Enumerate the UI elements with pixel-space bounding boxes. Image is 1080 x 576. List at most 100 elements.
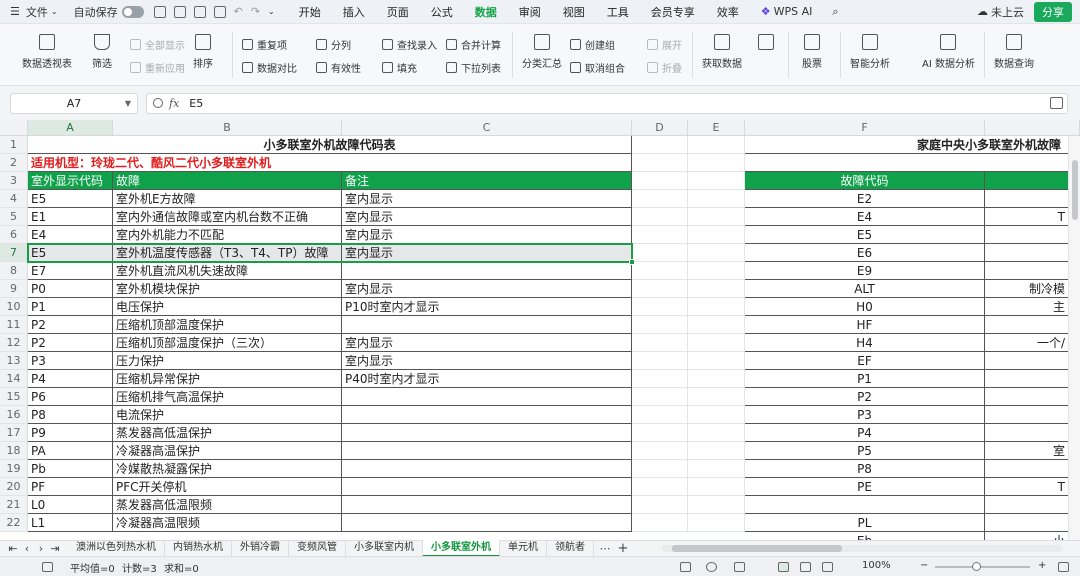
empty-cell[interactable] (688, 262, 745, 280)
fault-desc-cell[interactable] (985, 496, 1080, 514)
fault-code-cell[interactable]: PE (745, 478, 985, 496)
spreadsheet-grid[interactable]: A B C D E F 1 2 3 4 5 6 7 8 9 10 11 12 13 14 15 16 17 18 19 20 21 2… (0, 120, 1080, 540)
table-cell[interactable] (342, 262, 632, 280)
fault-desc-cell[interactable]: 一小 (985, 532, 1080, 540)
save-icon[interactable] (153, 5, 166, 18)
table-cell[interactable] (342, 388, 632, 406)
sheet-tab[interactable]: 小多联室外机 (423, 540, 500, 557)
empty-cell[interactable] (632, 244, 688, 262)
expand-button[interactable]: 展开 (647, 37, 682, 52)
name-box[interactable]: A7 ▼ (10, 93, 138, 114)
fault-code-cell[interactable]: P5 (745, 442, 985, 460)
tab-tools[interactable]: 工具 (607, 4, 629, 20)
fault-desc-cell[interactable] (985, 262, 1080, 280)
subtotal-button[interactable]: 分类汇总 (522, 34, 562, 70)
expand-formula-icon[interactable] (1050, 97, 1063, 109)
focus-mode-icon[interactable] (734, 562, 745, 572)
table2-header-cell[interactable]: 故障代码 (745, 172, 985, 190)
sheet-tab[interactable]: 小多联室内机 (346, 540, 423, 557)
sheet-tab[interactable]: 外销冷霸 (232, 540, 289, 557)
table-cell[interactable]: P9 (28, 424, 113, 442)
empty-cell[interactable] (632, 190, 688, 208)
hamburger-icon[interactable]: ☰ (10, 5, 20, 18)
empty-cell[interactable] (688, 154, 745, 172)
empty-cell[interactable] (745, 154, 1080, 172)
empty-cell[interactable] (632, 172, 688, 190)
fault-desc-cell[interactable] (985, 352, 1080, 370)
table-cell[interactable]: 室内显示 (342, 334, 632, 352)
table-cell[interactable]: PF (28, 478, 113, 496)
fault-desc-cell[interactable] (985, 316, 1080, 334)
empty-cell[interactable] (632, 352, 688, 370)
table2-title[interactable]: 家庭中央小多联室外机故障 (745, 136, 1080, 154)
autosave-toggle[interactable] (121, 5, 144, 18)
table-cell[interactable]: P1 (28, 298, 113, 316)
table-cell[interactable]: 冷凝器高温保护 (113, 442, 342, 460)
table-cell[interactable]: 蒸发器高低温限频 (113, 496, 342, 514)
fault-code-cell[interactable]: E9 (745, 262, 985, 280)
smart-analysis-button[interactable]: 智能分析 (850, 34, 890, 70)
row-header[interactable]: 20 (0, 478, 28, 496)
table-cell[interactable]: P4 (28, 370, 113, 388)
row-header[interactable]: 1 (0, 136, 28, 154)
fault-code-cell[interactable]: HF (745, 316, 985, 334)
empty-cell[interactable] (632, 280, 688, 298)
fill-handle[interactable] (629, 259, 635, 265)
fault-code-cell[interactable]: PL (745, 514, 985, 532)
empty-cell[interactable] (688, 406, 745, 424)
table-cell[interactable]: L1 (28, 514, 113, 532)
grid-icon[interactable] (680, 562, 691, 572)
scroll-thumb[interactable] (672, 545, 842, 552)
more-sheets-icon[interactable]: ⋯ (598, 542, 612, 555)
row-header[interactable]: 7 (0, 244, 28, 262)
row-header[interactable]: 12 (0, 334, 28, 352)
table-cell[interactable]: 室内显示 (342, 226, 632, 244)
empty-cell[interactable] (688, 442, 745, 460)
row-header[interactable]: 2 (0, 154, 28, 172)
empty-cell[interactable] (688, 298, 745, 316)
sheet-tab[interactable]: 单元机 (500, 540, 547, 557)
reapply-button[interactable]: 重新应用 (130, 60, 185, 75)
fault-desc-cell[interactable] (985, 514, 1080, 532)
zoom-slider[interactable] (935, 566, 1030, 568)
fx-icon[interactable]: fx (169, 97, 179, 110)
ai-analysis-button[interactable]: AI 数据分析 (922, 34, 975, 70)
create-group-button[interactable]: 创建组 (570, 37, 615, 52)
cloud-status[interactable]: 未上云 (991, 4, 1024, 20)
merge-calc-button[interactable]: 合并计算 (446, 37, 501, 52)
empty-cell[interactable] (632, 406, 688, 424)
table-cell[interactable] (342, 514, 632, 532)
table-cell[interactable]: 冷媒散热凝露保护 (113, 460, 342, 478)
table-cell[interactable]: 压缩机顶部温度保护 (113, 316, 342, 334)
sheet-tab[interactable]: 变频风管 (289, 540, 346, 557)
ungroup-button[interactable]: 取消组合 (570, 60, 625, 75)
compare-button[interactable]: 数据对比 (242, 60, 297, 75)
tab-view[interactable]: 视图 (563, 4, 585, 20)
wps-ai-button[interactable]: WPS AI (774, 5, 813, 18)
lookup-entry-button[interactable]: 查找录入 (382, 37, 437, 52)
fault-desc-cell[interactable] (985, 424, 1080, 442)
fill-button[interactable]: 填充 (382, 60, 417, 75)
page-break-icon[interactable] (822, 562, 833, 572)
row-header[interactable]: 21 (0, 496, 28, 514)
empty-cell[interactable] (632, 298, 688, 316)
table-cell[interactable]: PFC开关停机 (113, 478, 342, 496)
row-header[interactable]: 6 (0, 226, 28, 244)
fault-desc-cell[interactable]: T (985, 208, 1080, 226)
row-header[interactable]: 13 (0, 352, 28, 370)
empty-cell[interactable] (632, 154, 688, 172)
fault-desc-cell[interactable] (985, 370, 1080, 388)
row-header[interactable]: 5 (0, 208, 28, 226)
collapse-button[interactable]: 折叠 (647, 60, 682, 75)
fault-desc-cell[interactable]: T (985, 478, 1080, 496)
empty-cell[interactable] (688, 208, 745, 226)
prev-sheet-icon[interactable]: ‹ (20, 542, 34, 555)
empty-cell[interactable] (688, 424, 745, 442)
sheet-tab[interactable]: 内销热水机 (165, 540, 232, 557)
empty-cell[interactable] (632, 496, 688, 514)
empty-cell[interactable] (632, 388, 688, 406)
table-cell[interactable]: P0 (28, 280, 113, 298)
table-cell[interactable]: P10时室内才显示 (342, 298, 632, 316)
empty-cell[interactable] (632, 442, 688, 460)
zoom-level[interactable]: 100% (862, 560, 891, 571)
